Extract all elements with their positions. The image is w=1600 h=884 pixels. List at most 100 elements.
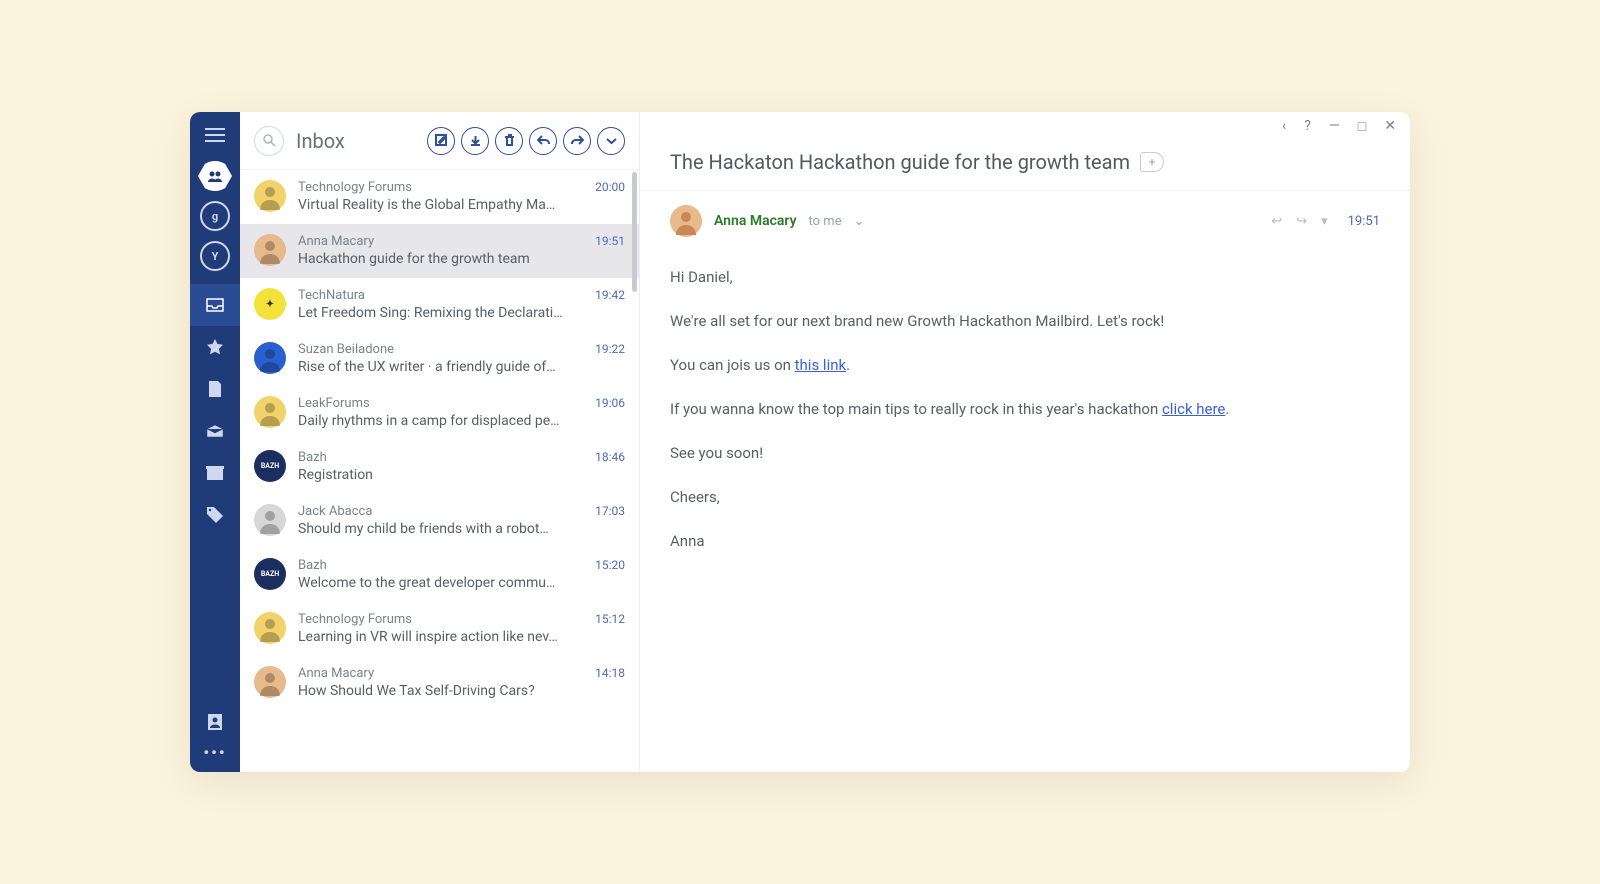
message-sender: Anna Macary <box>298 234 374 249</box>
more-actions-button[interactable] <box>597 127 625 155</box>
body-line: Anna <box>670 529 1380 553</box>
message-time: 19:06 <box>595 396 625 410</box>
message-sender: TechNatura <box>298 288 365 303</box>
email-subject: The Hackaton Hackathon guide for the gro… <box>640 140 1410 191</box>
avatar <box>254 396 286 428</box>
avatar <box>254 342 286 374</box>
recipient-label: to me <box>809 214 842 229</box>
message-row[interactable]: BAZH Bazh 18:46 Registration <box>240 440 639 494</box>
message-time: 14:18 <box>595 666 625 680</box>
nav-starred-icon[interactable] <box>190 326 240 368</box>
delete-button[interactable] <box>495 127 523 155</box>
message-subject: Learning in VR will inspire action like … <box>298 629 608 645</box>
forward-button[interactable] <box>563 127 591 155</box>
list-toolbar <box>427 127 625 155</box>
nav-addressbook-icon[interactable] <box>190 701 240 743</box>
nav-more-icon[interactable]: ••• <box>203 743 226 772</box>
forward-icon[interactable]: ↪ <box>1296 214 1307 229</box>
account-google-icon[interactable]: g <box>200 201 230 231</box>
back-button[interactable]: ‹ <box>1282 118 1286 134</box>
message-list[interactable]: Technology Forums20:00Virtual Reality is… <box>240 170 639 772</box>
close-button[interactable]: ✕ <box>1384 118 1396 134</box>
sender-avatar <box>670 205 702 237</box>
avatar <box>254 180 286 212</box>
avatar: ✦ <box>254 288 286 320</box>
message-sender: LeakForums <box>298 396 370 411</box>
message-list-pane: Inbox Technology Forums20:00Virtual Real… <box>240 112 640 772</box>
message-subject: Rise of the UX writer · a friendly guide… <box>298 359 608 375</box>
subject-text: The Hackaton Hackathon guide for the gro… <box>670 150 1130 174</box>
message-row[interactable]: Technology Forums20:00Virtual Reality is… <box>240 170 639 224</box>
message-time: 20:00 <box>595 180 625 194</box>
archive-button[interactable] <box>461 127 489 155</box>
help-button[interactable]: ? <box>1304 118 1311 134</box>
compose-button[interactable] <box>427 127 455 155</box>
message-time: 17:03 <box>595 504 625 518</box>
list-header: Inbox <box>240 112 639 170</box>
body-line: See you soon! <box>670 441 1380 465</box>
message-row[interactable]: BAZHBazh15:20Welcome to the great develo… <box>240 548 639 602</box>
message-time: 19:42 <box>595 288 625 302</box>
message-subject: Registration <box>298 467 608 483</box>
nav-tags-icon[interactable] <box>190 494 240 536</box>
message-subject: Should my child be friends with a robot… <box>298 521 608 537</box>
body-line: If you wanna know the top main tips to r… <box>670 397 1380 421</box>
email-time: 19:51 <box>1348 214 1380 229</box>
add-tag-button[interactable]: + <box>1140 152 1164 172</box>
search-icon[interactable] <box>254 126 284 156</box>
body-line: Hi Daniel, <box>670 265 1380 289</box>
message-time: 15:20 <box>595 558 625 572</box>
account-yahoo-icon[interactable]: Y <box>200 241 230 271</box>
avatar <box>254 504 286 536</box>
avatar: BAZH <box>254 450 286 482</box>
email-body: Hi Daniel, We're all set for our next br… <box>640 245 1410 593</box>
avatar <box>254 666 286 698</box>
body-link[interactable]: click here <box>1162 400 1225 418</box>
message-subject: Hackathon guide for the growth team <box>298 251 608 267</box>
reading-pane: ‹ ? — □ ✕ The Hackaton Hackathon guide f… <box>640 112 1410 772</box>
minimize-button[interactable]: — <box>1329 118 1340 134</box>
email-actions: ↩ ↪ ▾ 19:51 <box>1271 214 1380 229</box>
message-subject: Let Freedom Sing: Remixing the Declarati… <box>298 305 608 321</box>
scrollbar[interactable] <box>632 172 637 292</box>
reply-icon[interactable]: ↩ <box>1271 214 1282 229</box>
message-subject: Virtual Reality is the Global Empathy Ma… <box>298 197 608 213</box>
nav-inbox-icon[interactable] <box>190 284 240 326</box>
avatar: BAZH <box>254 558 286 590</box>
account-contacts-icon[interactable] <box>198 161 232 191</box>
message-time: 19:51 <box>595 234 625 248</box>
email-header: Anna Macary to me ⌄ ↩ ↪ ▾ 19:51 <box>640 191 1410 245</box>
expand-recipients-icon[interactable]: ⌄ <box>854 214 865 229</box>
avatar <box>254 234 286 266</box>
message-row[interactable]: Anna Macary 19:51 Hackathon guide for the … <box>240 224 639 278</box>
nav-sidebar: g Y ••• <box>190 112 240 772</box>
body-line: Cheers, <box>670 485 1380 509</box>
window-controls: ‹ ? — □ ✕ <box>640 112 1410 140</box>
message-subject: Daily rhythms in a camp for displaced pe… <box>298 413 608 429</box>
folder-title: Inbox <box>296 129 415 153</box>
message-sender: Jack Abacca <box>298 504 372 519</box>
more-icon[interactable]: ▾ <box>1321 214 1328 229</box>
hamburger-menu-icon[interactable] <box>205 128 225 142</box>
nav-mail-icon[interactable] <box>190 410 240 452</box>
message-row[interactable]: Anna Macary 14:18 How Should We Tax Self-D… <box>240 656 639 710</box>
app-window: g Y ••• Inbox <box>190 112 1410 772</box>
message-row[interactable]: Suzan Beiladone19:22Rise of the UX write… <box>240 332 639 386</box>
reply-button[interactable] <box>529 127 557 155</box>
avatar <box>254 612 286 644</box>
message-subject: Welcome to the great developer commu… <box>298 575 608 591</box>
maximize-button[interactable]: □ <box>1358 118 1366 135</box>
nav-archive-icon[interactable] <box>190 452 240 494</box>
body-link[interactable]: this link <box>795 356 846 374</box>
message-row[interactable]: Jack Abacca 17:03 Should my child be frien… <box>240 494 639 548</box>
body-line: We're all set for our next brand new Gro… <box>670 309 1380 333</box>
message-subject: How Should We Tax Self-Driving Cars? <box>298 683 608 699</box>
message-time: 15:12 <box>595 612 625 626</box>
message-row[interactable]: LeakForums 19:06 Daily rhythms in a camp f… <box>240 386 639 440</box>
message-row[interactable]: ✦ TechNatura 19:42 Let Freedom Sing: Remixi… <box>240 278 639 332</box>
nav-drafts-icon[interactable] <box>190 368 240 410</box>
message-row[interactable]: Technology Forums15:12Learning in VR wil… <box>240 602 639 656</box>
message-sender: Anna Macary <box>298 666 374 681</box>
message-sender: Bazh <box>298 450 327 465</box>
message-time: 18:46 <box>595 450 625 464</box>
